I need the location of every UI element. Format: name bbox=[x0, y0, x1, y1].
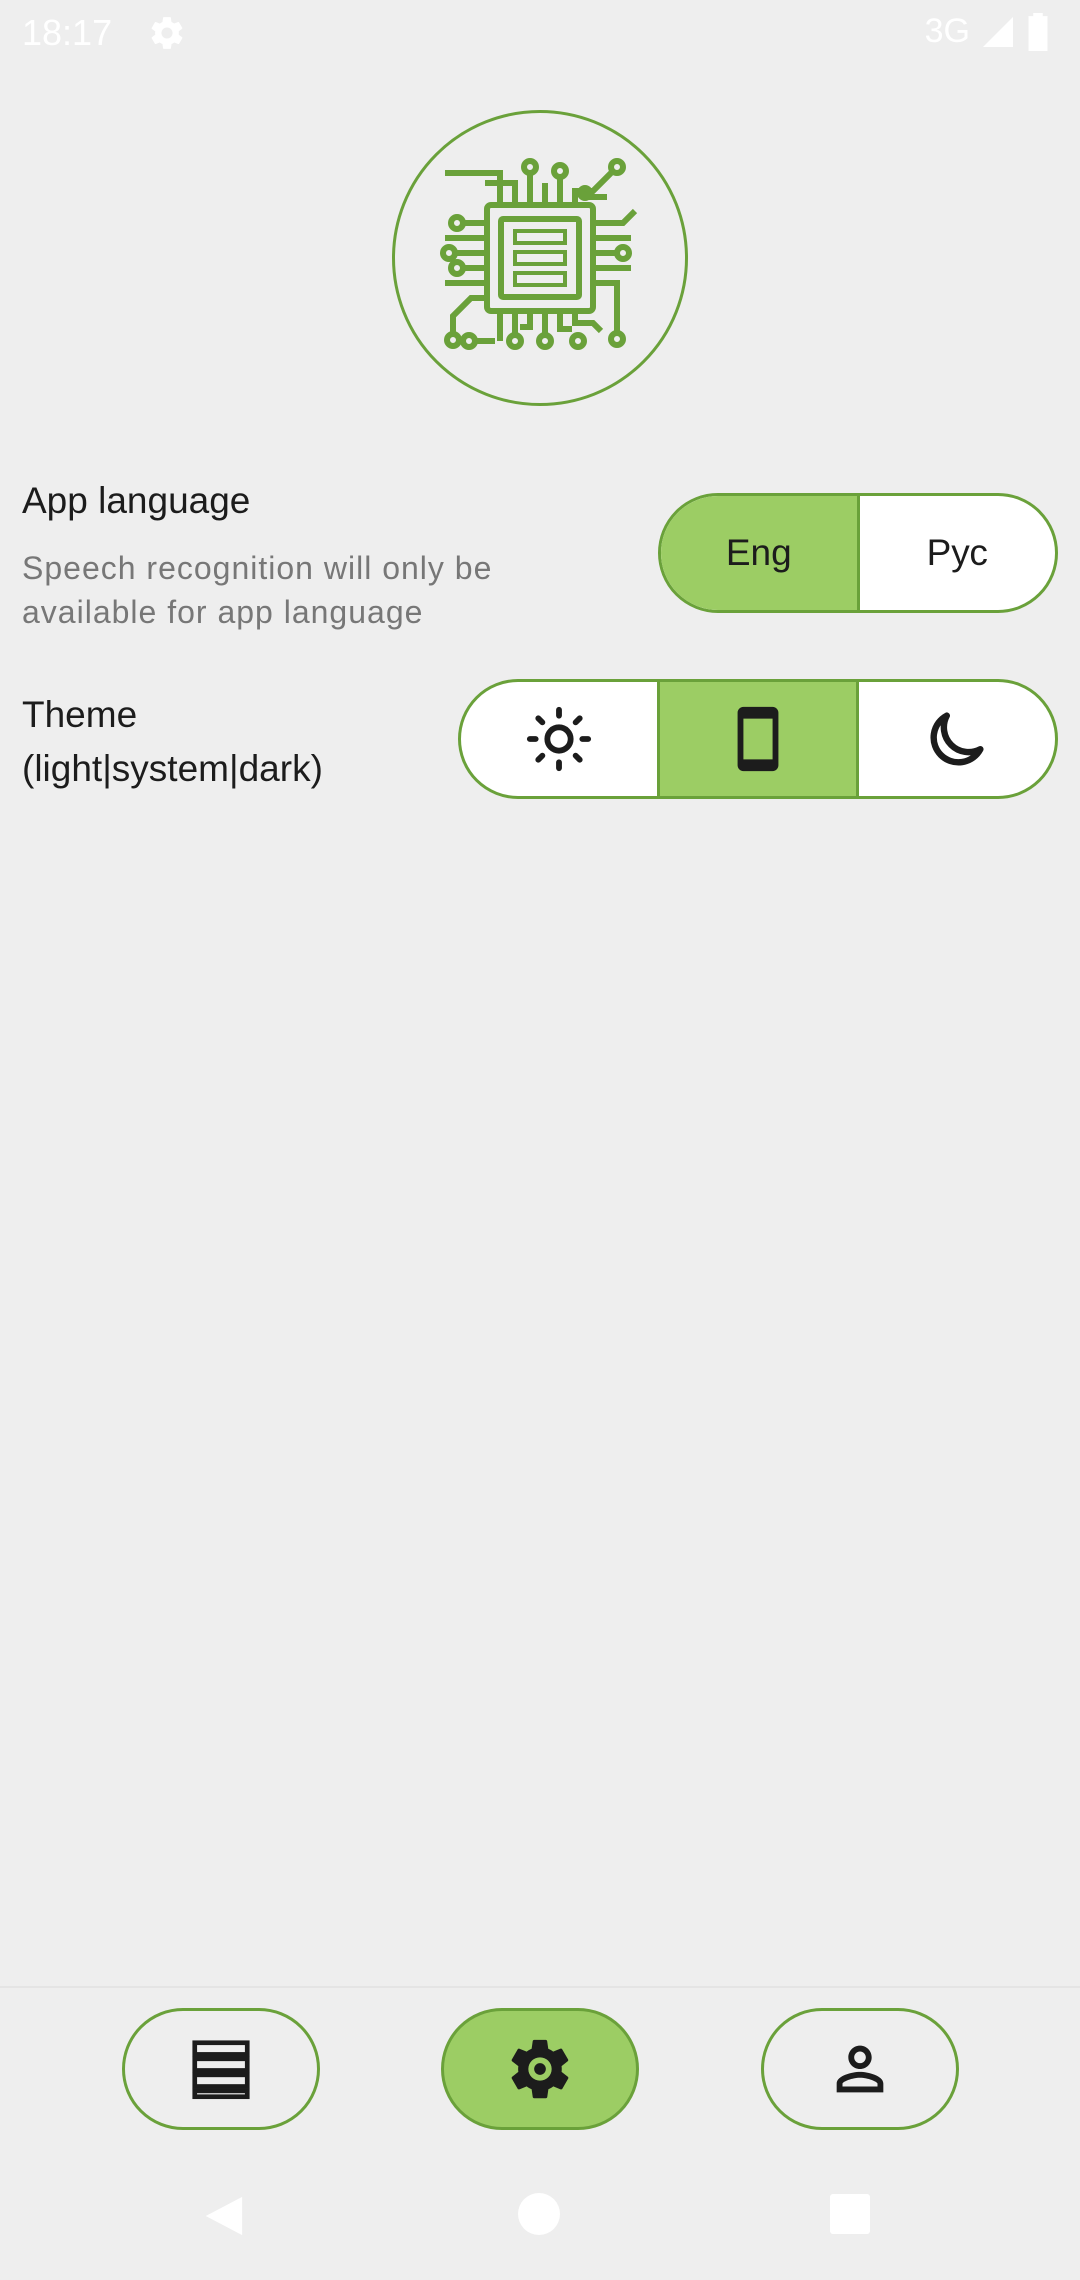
language-subtitle: Speech recognition will only be availabl… bbox=[22, 550, 493, 630]
battery-icon bbox=[1028, 12, 1048, 51]
list-icon bbox=[192, 2040, 250, 2100]
language-selector: Eng Рус bbox=[658, 493, 1058, 613]
gear-icon bbox=[151, 17, 183, 49]
language-option-eng[interactable]: Eng bbox=[661, 496, 860, 610]
status-bar: 18:17 3G bbox=[0, 0, 1080, 64]
moon-icon bbox=[930, 712, 984, 766]
recents-icon[interactable] bbox=[830, 2194, 870, 2234]
theme-option-light[interactable] bbox=[461, 682, 660, 796]
signal-icon bbox=[983, 16, 1013, 47]
circuit-chip-icon bbox=[440, 158, 638, 350]
nav-profile-button[interactable] bbox=[761, 2008, 959, 2130]
network-type: 3G bbox=[924, 12, 970, 50]
bottom-divider bbox=[0, 1986, 1080, 1988]
language-option-rus[interactable]: Рус bbox=[860, 496, 1056, 610]
language-title: App language bbox=[22, 480, 251, 521]
theme-selector bbox=[458, 679, 1058, 799]
gear-icon bbox=[511, 2039, 569, 2099]
home-icon[interactable] bbox=[518, 2193, 560, 2235]
nav-list-button[interactable] bbox=[122, 2008, 320, 2130]
status-right: 3G bbox=[925, 12, 1050, 51]
back-icon[interactable] bbox=[200, 2193, 246, 2239]
phone-icon bbox=[737, 706, 779, 772]
person-icon bbox=[836, 2045, 884, 2093]
sun-icon bbox=[526, 706, 592, 772]
theme-option-dark[interactable] bbox=[859, 682, 1055, 796]
system-navigation bbox=[0, 2185, 1080, 2245]
theme-option-system[interactable] bbox=[660, 682, 859, 796]
nav-settings-button[interactable] bbox=[441, 2008, 639, 2130]
app-logo bbox=[392, 110, 688, 406]
theme-title: Theme (light|system|dark) bbox=[22, 694, 323, 789]
status-time: 18:17 bbox=[22, 12, 113, 53]
